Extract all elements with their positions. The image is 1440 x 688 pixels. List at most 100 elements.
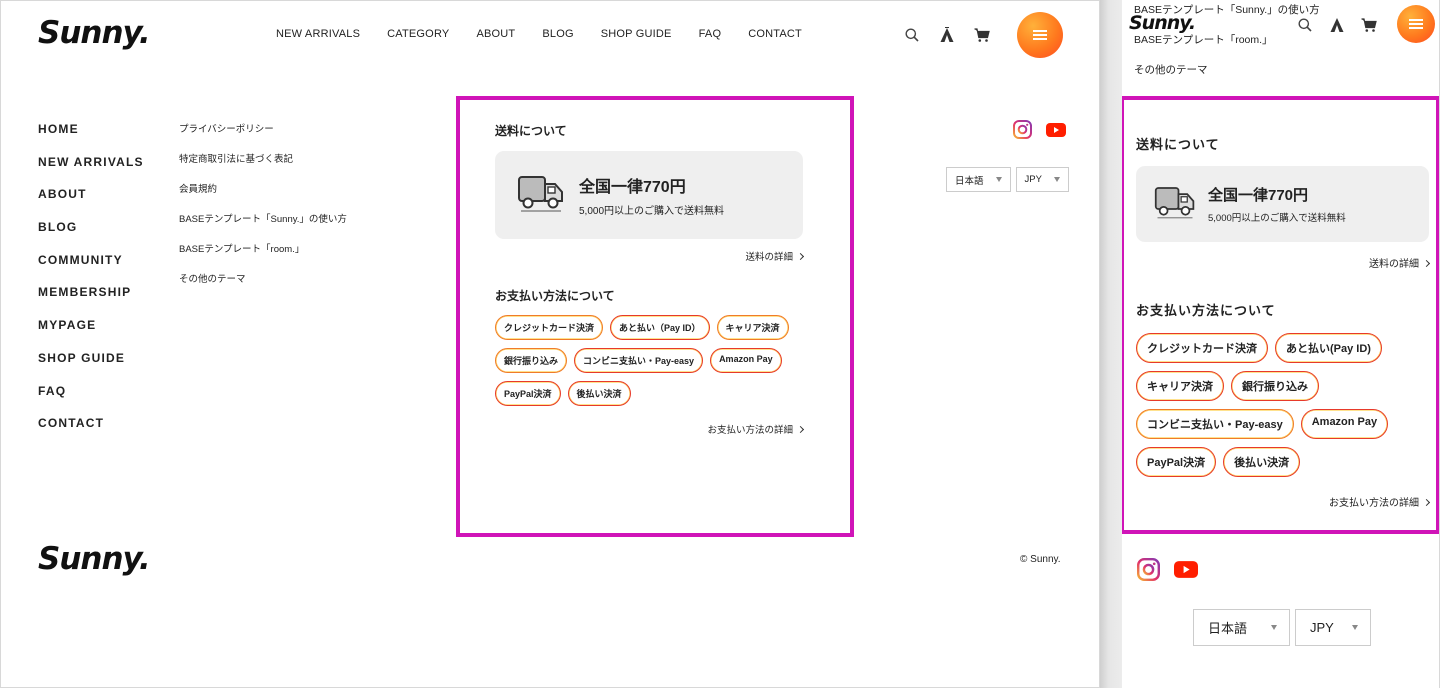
submenu-other-themes[interactable]: その他のテーマ xyxy=(179,271,347,301)
cart-icon[interactable] xyxy=(973,27,991,43)
shipping-text: 全国一律770円 5,000円以上のご購入で送料無料 xyxy=(579,173,724,217)
submenu-room[interactable]: BASEテンプレート「room.」 xyxy=(179,241,347,271)
shipping-detail-label: 送料の詳細 xyxy=(745,252,793,263)
shipping-detail-link[interactable]: 送料の詳細 xyxy=(495,249,805,263)
header-icons xyxy=(903,27,991,43)
currency-value: JPY xyxy=(1024,174,1042,185)
payment-method-pill: PayPal決済 xyxy=(1136,447,1217,477)
shipping-note: 5,000円以上のご購入で送料無料 xyxy=(1208,213,1346,224)
nav-contact[interactable]: CONTACT xyxy=(748,28,802,40)
menu-item-community[interactable]: COMMUNITY xyxy=(38,253,144,286)
tent-icon[interactable] xyxy=(938,27,956,43)
payment-method-pill: コンビニ支払い・Pay-easy xyxy=(574,348,704,373)
menu-item-about[interactable]: ABOUT xyxy=(38,187,144,220)
sub-menu: プライバシーポリシー 特定商取引法に基づく表記 会員規約 BASEテンプレート「… xyxy=(179,121,347,301)
mobile-menu-button[interactable] xyxy=(1397,5,1435,43)
submenu-sunny-guide[interactable]: BASEテンプレート「Sunny.」の使い方 xyxy=(179,211,347,241)
language-select[interactable]: 日本語 xyxy=(1193,609,1290,646)
payment-method-pill: Amazon Pay xyxy=(710,348,782,373)
shipping-detail-label: 送料の詳細 xyxy=(1369,259,1419,270)
social-links xyxy=(1013,120,1066,144)
search-icon[interactable] xyxy=(903,27,921,43)
payment-method-pill: 銀行振り込み xyxy=(1231,371,1319,401)
desktop-view: Sunny. NEW ARRIVALS CATEGORY ABOUT BLOG … xyxy=(0,0,1100,688)
mobile-shipping-payment-panel: 送料について 全国一律770円 5,000円以上のご購入で送料無料 送料の詳細 … xyxy=(1136,134,1436,509)
menu-item-shop-guide[interactable]: SHOP GUIDE xyxy=(38,351,144,384)
nav-shop-guide[interactable]: SHOP GUIDE xyxy=(601,28,672,40)
caret-down-icon xyxy=(1352,625,1358,630)
chevron-right-icon xyxy=(1422,259,1431,268)
payment-title: お支払い方法について xyxy=(1136,303,1276,318)
menu-icon xyxy=(1033,30,1047,40)
payment-detail-label: お支払い方法の詳細 xyxy=(1329,498,1419,509)
payment-detail-label: お支払い方法の詳細 xyxy=(707,425,793,436)
menu-item-new-arrivals[interactable]: NEW ARRIVALS xyxy=(38,155,144,188)
chevron-right-icon xyxy=(796,252,805,261)
youtube-icon[interactable] xyxy=(1174,561,1198,583)
footer-logo[interactable]: Sunny. xyxy=(38,541,151,577)
payment-method-pill: あと払い（Pay ID） xyxy=(610,315,710,340)
instagram-icon[interactable] xyxy=(1137,558,1160,586)
chevron-right-icon xyxy=(796,425,805,434)
youtube-icon[interactable] xyxy=(1046,122,1066,142)
menu-item-mypage[interactable]: MYPAGE xyxy=(38,318,144,351)
submenu-privacy[interactable]: プライバシーポリシー xyxy=(179,121,347,151)
menu-item-contact[interactable]: CONTACT xyxy=(38,416,144,449)
currency-value: JPY xyxy=(1310,620,1334,635)
mobile-link-other-themes[interactable]: その他のテーマ xyxy=(1134,63,1320,93)
mobile-header-icons xyxy=(1296,17,1378,33)
shipping-title: 送料について xyxy=(495,124,567,138)
locale-selectors: 日本語 JPY xyxy=(946,167,1069,192)
caret-down-icon xyxy=(1271,625,1277,630)
nav-category[interactable]: CATEGORY xyxy=(387,28,449,40)
payment-method-pill: あと払い(Pay ID) xyxy=(1275,333,1382,363)
mobile-view: BASEテンプレート「Sunny.」の使い方 BASEテンプレート「room.」… xyxy=(1122,0,1440,688)
shipping-headline: 全国一律770円 xyxy=(1208,187,1309,204)
menu-item-faq[interactable]: FAQ xyxy=(38,384,144,417)
shipping-text: 全国一律770円 5,000円以上のご購入で送料無料 xyxy=(1208,184,1346,224)
nav-about[interactable]: ABOUT xyxy=(476,28,515,40)
payment-method-pill: クレジットカード決済 xyxy=(495,315,604,340)
instagram-icon[interactable] xyxy=(1013,120,1032,144)
mobile-link-room[interactable]: BASEテンプレート「room.」 xyxy=(1134,33,1320,63)
mobile-highlight-box: 送料について 全国一律770円 5,000円以上のご購入で送料無料 送料の詳細 … xyxy=(1122,96,1439,534)
caret-down-icon xyxy=(995,177,1002,182)
caret-down-icon xyxy=(1053,177,1060,182)
chevron-right-icon xyxy=(1422,498,1431,507)
menu-button[interactable] xyxy=(1017,12,1063,58)
submenu-terms[interactable]: 会員規約 xyxy=(179,181,347,211)
copyright: © Sunny. xyxy=(1020,554,1061,565)
mobile-social-links xyxy=(1137,558,1198,586)
logo[interactable]: Sunny. xyxy=(38,15,151,51)
currency-select[interactable]: JPY xyxy=(1295,609,1371,646)
payment-method-pill: 銀行振り込み xyxy=(495,348,568,373)
currency-select[interactable]: JPY xyxy=(1015,167,1069,192)
cart-icon[interactable] xyxy=(1360,17,1378,33)
menu-icon xyxy=(1409,19,1423,29)
nav-faq[interactable]: FAQ xyxy=(699,28,722,40)
main-menu: HOME NEW ARRIVALS ABOUT BLOG COMMUNITY M… xyxy=(38,122,144,449)
mobile-locale-selectors: 日本語 JPY xyxy=(1193,609,1371,646)
shipping-headline: 全国一律770円 xyxy=(579,179,686,196)
menu-item-home[interactable]: HOME xyxy=(38,122,144,155)
shipping-detail-link[interactable]: 送料の詳細 xyxy=(1136,255,1431,270)
payment-detail-link[interactable]: お支払い方法の詳細 xyxy=(495,422,805,436)
shipping-card: 全国一律770円 5,000円以上のご購入で送料無料 xyxy=(1136,166,1429,242)
nav-new-arrivals[interactable]: NEW ARRIVALS xyxy=(276,28,360,40)
language-select[interactable]: 日本語 xyxy=(946,167,1011,192)
payment-method-pill: PayPal決済 xyxy=(495,381,561,406)
payment-methods: クレジットカード決済 あと払い(Pay ID) キャリア決済 銀行振り込み コン… xyxy=(1136,333,1436,477)
tent-icon[interactable] xyxy=(1328,17,1346,33)
mobile-logo[interactable]: Sunny. xyxy=(1129,12,1196,34)
highlight-box: 送料について 全国一律770円 5,000円以上のご購入で送料無料 送料の詳細 … xyxy=(456,96,854,537)
menu-item-blog[interactable]: BLOG xyxy=(38,220,144,253)
nav-blog[interactable]: BLOG xyxy=(542,28,573,40)
payment-methods: クレジットカード決済 あと払い（Pay ID） キャリア決済 銀行振り込み コン… xyxy=(495,315,805,406)
menu-item-membership[interactable]: MEMBERSHIP xyxy=(38,285,144,318)
submenu-legal[interactable]: 特定商取引法に基づく表記 xyxy=(179,151,347,181)
payment-detail-link[interactable]: お支払い方法の詳細 xyxy=(1136,494,1431,509)
payment-title: お支払い方法について xyxy=(495,289,615,303)
payment-method-pill: キャリア決済 xyxy=(1136,371,1224,401)
shipping-note: 5,000円以上のご購入で送料無料 xyxy=(579,206,725,217)
search-icon[interactable] xyxy=(1296,17,1314,33)
